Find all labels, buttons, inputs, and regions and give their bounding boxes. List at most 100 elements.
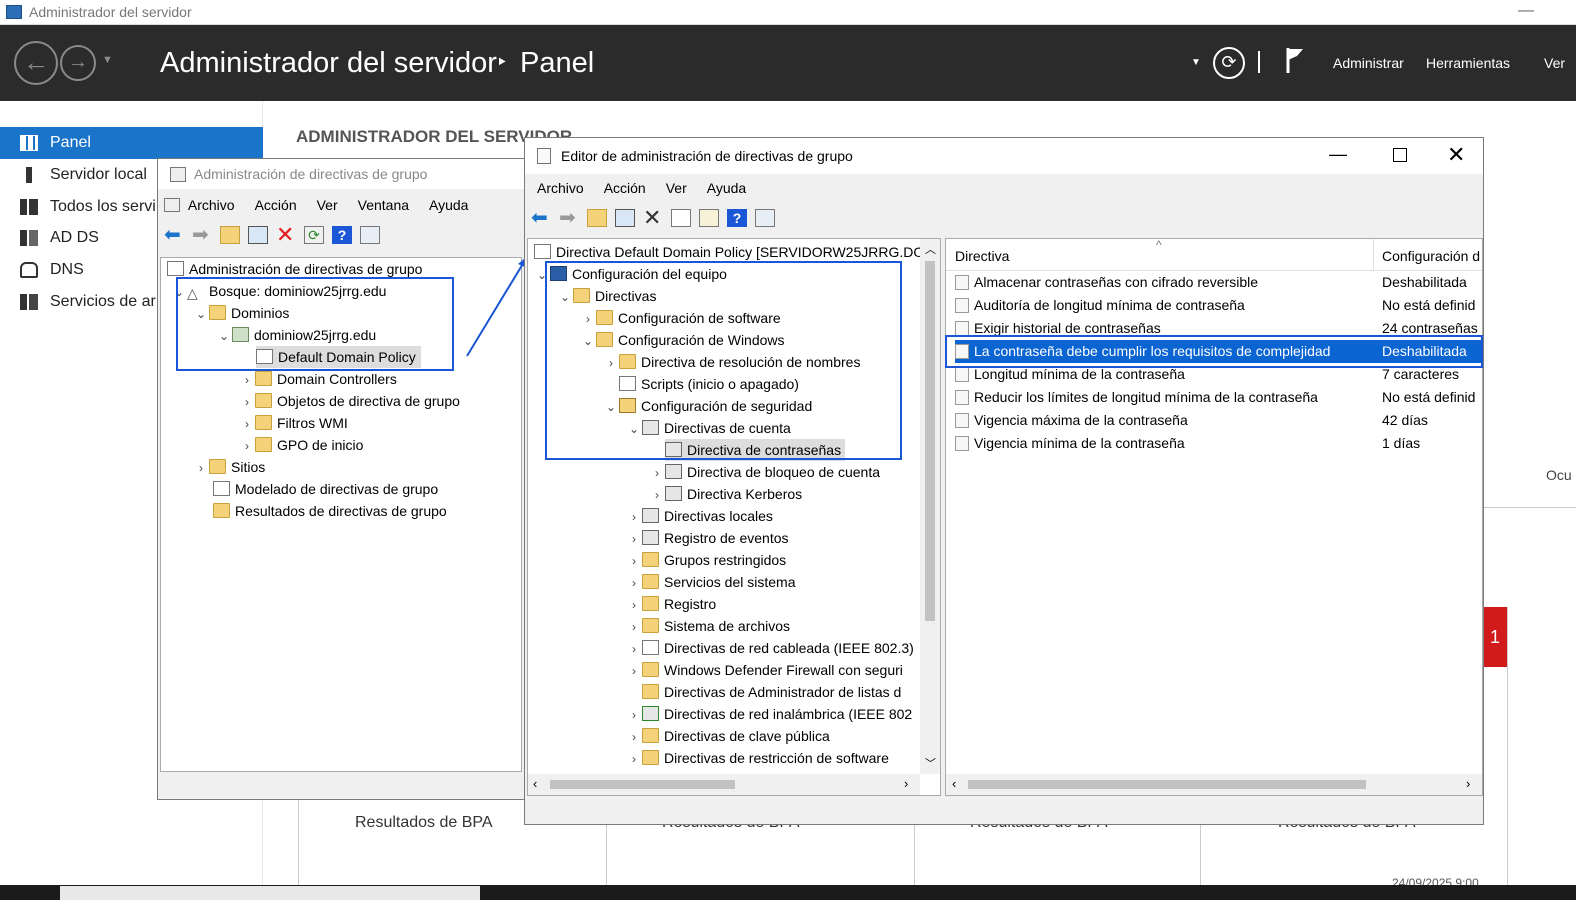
list-item[interactable]: Auditoría de longitud mínima de contrase… — [955, 294, 1482, 317]
list-item[interactable]: Reducir los límites de longitud mínima d… — [955, 386, 1482, 409]
tree-item-firewall[interactable]: › Windows Defender Firewall con seguri — [626, 659, 903, 681]
back-arrow-icon[interactable]: ⬅ — [164, 225, 184, 245]
tree-item-sitios[interactable]: › Sitios — [193, 456, 265, 478]
expand-chevron-icon[interactable]: › — [626, 594, 642, 616]
column-header-directiva[interactable]: Directiva — [955, 248, 1009, 264]
forward-arrow-icon[interactable]: ➡ — [559, 208, 579, 228]
bpa-label[interactable]: Resultados de BPA — [355, 814, 493, 832]
refresh-icon[interactable]: ⟳ — [1213, 47, 1245, 79]
menu-archivo[interactable]: Archivo — [188, 197, 235, 213]
menu-herramientas[interactable]: Herramientas — [1426, 55, 1510, 71]
column-divider[interactable] — [1373, 239, 1374, 271]
delete-icon[interactable]: ✕ — [276, 224, 296, 246]
help-icon[interactable]: ? — [727, 209, 747, 227]
menu-archivo[interactable]: Archivo — [537, 180, 584, 196]
close-button[interactable]: ✕ — [1447, 142, 1465, 168]
expand-chevron-icon[interactable]: › — [239, 391, 255, 413]
forward-button[interactable]: → — [60, 45, 96, 81]
expand-chevron-icon[interactable]: › — [626, 616, 642, 638]
expand-chevron-icon[interactable]: › — [626, 748, 642, 770]
scroll-down-icon[interactable]: ﹀ — [925, 755, 936, 771]
list-horizontal-scrollbar[interactable]: ‹ › — [946, 774, 1482, 795]
expand-chevron-icon[interactable]: › — [239, 413, 255, 435]
expand-chevron-icon[interactable]: › — [626, 550, 642, 572]
expand-chevron-icon[interactable]: › — [239, 369, 255, 391]
back-button[interactable]: ← — [14, 41, 58, 85]
scroll-up-icon[interactable]: ︿ — [925, 241, 936, 257]
scroll-right-icon[interactable]: › — [1466, 776, 1470, 791]
up-folder-icon[interactable] — [587, 209, 607, 227]
minimize-button[interactable]: — — [1329, 144, 1347, 165]
show-tree-icon[interactable] — [248, 226, 268, 244]
tree-item-kerberos[interactable]: › Directiva Kerberos — [649, 483, 802, 505]
view-icon[interactable] — [755, 209, 775, 227]
expand-chevron-icon[interactable]: › — [626, 638, 642, 660]
expand-chevron-icon[interactable]: › — [626, 528, 642, 550]
tree-item-sistema-archivos[interactable]: › Sistema de archivos — [626, 615, 790, 637]
scroll-thumb[interactable] — [925, 261, 935, 621]
expand-chevron-icon[interactable]: › — [626, 506, 642, 528]
list-item[interactable]: Vigencia máxima de la contraseña 42 días — [955, 409, 1482, 432]
history-dropdown-icon[interactable]: ▼ — [102, 54, 113, 66]
export-icon[interactable] — [699, 209, 719, 227]
menu-ventana[interactable]: Ventana — [358, 197, 409, 213]
menu-ver[interactable]: Ver — [666, 180, 687, 196]
tree-item-policy-root[interactable]: Directiva Default Domain Policy [SERVIDO… — [534, 241, 924, 263]
tree-item-domain-controllers[interactable]: › Domain Controllers — [239, 368, 397, 390]
expand-chevron-icon[interactable]: › — [626, 660, 642, 682]
scroll-thumb[interactable] — [968, 780, 1366, 789]
tree-item-directivas-locales[interactable]: › Directivas locales — [626, 505, 773, 527]
column-header-configuracion[interactable]: Configuración d — [1382, 248, 1480, 264]
refresh-dropdown-icon[interactable]: ▼ — [1191, 57, 1201, 68]
tree-item-grupos-restringidos[interactable]: › Grupos restringidos — [626, 549, 786, 571]
tree-item-red-inalambrica[interactable]: › Directivas de red inalámbrica (IEEE 802 — [626, 703, 912, 725]
tree-horizontal-scrollbar[interactable]: ‹ › — [528, 774, 920, 795]
expand-chevron-icon[interactable]: › — [626, 704, 642, 726]
tree-item-admin-listas[interactable]: Directivas de Administrador de listas d — [642, 681, 901, 703]
scroll-left-icon[interactable]: ‹ — [952, 776, 956, 791]
maximize-button[interactable] — [1393, 148, 1407, 162]
list-item[interactable]: Almacenar contraseñas con cifrado revers… — [955, 271, 1482, 294]
nav-item-panel[interactable]: Panel — [0, 127, 263, 159]
tree-item-gpo-inicio[interactable]: › GPO de inicio — [239, 434, 363, 456]
tree-item-clave-publica[interactable]: › Directivas de clave pública — [626, 725, 830, 747]
tree-item-red-cableada[interactable]: › Directivas de red cableada (IEEE 802.3) — [626, 637, 914, 659]
tree-item-resultados[interactable]: Resultados de directivas de grupo — [213, 500, 447, 522]
properties-icon[interactable] — [360, 226, 380, 244]
tree-item-filtros-wmi[interactable]: › Filtros WMI — [239, 412, 348, 434]
notifications-flag-icon[interactable] — [1285, 46, 1305, 74]
menu-ver[interactable]: Ver — [1544, 55, 1565, 71]
scroll-thumb[interactable] — [550, 780, 735, 789]
minimize-icon[interactable]: — — [1518, 2, 1534, 20]
tree-item-bloqueo-cuenta[interactable]: › Directiva de bloqueo de cuenta — [649, 461, 880, 483]
tree-item-restriccion-software[interactable]: › Directivas de restricción de software — [626, 747, 889, 769]
expand-chevron-icon[interactable]: › — [239, 435, 255, 457]
expand-chevron-icon[interactable]: › — [649, 462, 665, 484]
show-tree-icon[interactable] — [615, 209, 635, 227]
refresh-icon[interactable]: ⟳ — [304, 226, 324, 244]
up-folder-icon[interactable] — [220, 226, 240, 244]
expand-chevron-icon[interactable]: › — [626, 572, 642, 594]
list-item[interactable]: Vigencia mínima de la contraseña 1 días — [955, 432, 1482, 455]
menu-ver[interactable]: Ver — [317, 197, 338, 213]
tree-item-registro[interactable]: › Registro — [626, 593, 716, 615]
menu-accion[interactable]: Acción — [255, 197, 297, 213]
scroll-right-icon[interactable]: › — [904, 776, 908, 791]
scroll-left-icon[interactable]: ‹ — [533, 776, 537, 791]
expand-chevron-icon[interactable]: › — [193, 457, 209, 479]
delete-icon[interactable]: ✕ — [643, 207, 663, 229]
gpmc-menu-icon[interactable] — [164, 198, 180, 212]
menu-ayuda[interactable]: Ayuda — [429, 197, 468, 213]
properties-icon[interactable] — [671, 209, 691, 227]
tree-item-objetos-gpo[interactable]: › Objetos de directiva de grupo — [239, 390, 460, 412]
back-arrow-icon[interactable]: ⬅ — [531, 208, 551, 228]
tree-item-registro-eventos[interactable]: › Registro de eventos — [626, 527, 789, 549]
tree-item-servicios-sistema[interactable]: › Servicios del sistema — [626, 571, 796, 593]
forward-arrow-icon[interactable]: ➡ — [192, 225, 212, 245]
tree-item-modelado[interactable]: Modelado de directivas de grupo — [213, 478, 438, 500]
expand-chevron-icon[interactable]: › — [649, 484, 665, 506]
menu-accion[interactable]: Acción — [604, 180, 646, 196]
help-icon[interactable]: ? — [332, 226, 352, 244]
expand-chevron-icon[interactable]: › — [626, 726, 642, 748]
taskbar-search-box[interactable] — [60, 886, 480, 900]
